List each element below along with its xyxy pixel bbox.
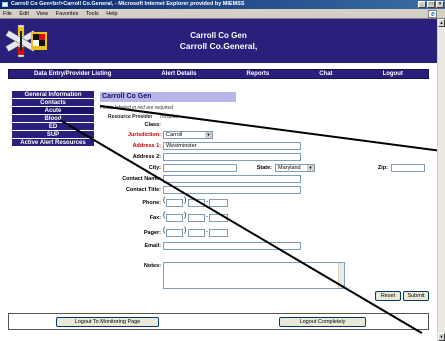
menu-view[interactable]: View	[36, 11, 48, 17]
notes-label: Notes:	[143, 263, 161, 269]
nav-logout[interactable]: Logout	[383, 71, 403, 77]
jurisdiction-label: Jurisdiction:	[127, 132, 161, 138]
nav-reports[interactable]: Reports	[246, 71, 269, 77]
pager-dash: -	[206, 229, 208, 235]
phone-line-input[interactable]	[209, 199, 228, 207]
maximize-button[interactable]: □	[427, 1, 435, 8]
pager-paren: )	[184, 227, 187, 234]
city-label: City:	[148, 165, 161, 171]
menu-favorites[interactable]: Favorites	[56, 11, 79, 17]
header-banner: Carroll Co Gen Carroll Co.General,	[0, 19, 437, 63]
sidebar-item-active-alert-resources[interactable]: Active Alert Resources	[12, 139, 94, 147]
fax-paren: )	[184, 212, 187, 219]
sidebar-item-blood[interactable]: Blood	[12, 115, 94, 123]
pager-line-input[interactable]	[209, 229, 228, 237]
close-button[interactable]: ×	[436, 1, 444, 8]
menu-help[interactable]: Help	[106, 11, 117, 17]
state-label: State:	[256, 165, 272, 171]
facility-full-name: Carroll Co.General,	[179, 41, 258, 51]
phone-paren: )	[184, 197, 187, 204]
section-label: Resource Provider	[108, 114, 153, 120]
vertical-scrollbar[interactable]: ▲ ▼	[437, 19, 445, 341]
state-value: Maryland	[278, 165, 301, 171]
top-nav: Data Entry/Provider Listing Alert Detail…	[8, 69, 429, 79]
phone-paren: (	[163, 197, 166, 204]
ie-throbber-icon: e	[428, 10, 437, 18]
menu-bar: File Edit View Favorites Tools Help e	[0, 9, 445, 19]
chevron-down-icon: ▼	[307, 165, 314, 171]
page-content: Carroll Co Gen Carroll Co.General, Data …	[0, 19, 437, 341]
state-select[interactable]: Maryland ▼	[275, 164, 315, 172]
form-title: Carroll Co Gen	[100, 92, 236, 102]
fax-paren: (	[163, 212, 166, 219]
logout-to-monitoring-button[interactable]: Logout To Monitoring Page	[56, 317, 159, 327]
pager-label: Pager:	[143, 230, 161, 236]
jurisdiction-select[interactable]: Carroll ▼	[163, 131, 213, 139]
email-label: Email:	[144, 243, 161, 249]
address2-label: Address 2:	[132, 154, 161, 160]
address1-input[interactable]: Westminster	[163, 142, 301, 150]
nav-data-entry[interactable]: Data Entry/Provider Listing	[34, 71, 111, 77]
menu-edit[interactable]: Edit	[19, 11, 28, 17]
window-titlebar: Carroll Co Gen<br/>Carroll Co.General, -…	[0, 0, 445, 9]
contact-name-label: Contact Name:	[122, 176, 161, 182]
phone-label: Phone:	[142, 200, 161, 206]
zip-input[interactable]	[391, 164, 425, 172]
fax-area-input[interactable]	[166, 214, 183, 222]
sidebar: General Information Contacts Acute Blood…	[12, 91, 94, 147]
minimize-button[interactable]: _	[418, 1, 426, 8]
fax-prefix-input[interactable]	[188, 214, 205, 222]
contact-name-input[interactable]	[163, 175, 301, 183]
facility-name: Carroll Co Gen	[190, 31, 247, 40]
menu-tools[interactable]: Tools	[86, 11, 99, 17]
nav-chat[interactable]: Chat	[319, 71, 332, 77]
sidebar-item-general-information[interactable]: General Information	[12, 91, 94, 99]
sidebar-item-ed[interactable]: ED	[12, 123, 94, 131]
pager-prefix-input[interactable]	[188, 229, 205, 237]
contact-title-label: Contact Title:	[125, 187, 161, 193]
window-title: Carroll Co Gen<br/>Carroll Co.General, -…	[11, 1, 245, 7]
menu-file[interactable]: File	[3, 11, 12, 17]
sidebar-item-acute[interactable]: Acute	[12, 107, 94, 115]
annotation-line	[59, 119, 423, 335]
pager-area-input[interactable]	[166, 229, 183, 237]
scroll-down-arrow-icon[interactable]: ▼	[438, 333, 445, 341]
scroll-up-arrow-icon[interactable]: ▲	[438, 19, 445, 27]
logout-completely-button[interactable]: Logout Completely	[279, 317, 366, 327]
reset-button[interactable]: Reset	[375, 291, 401, 301]
fax-label: Fax:	[149, 215, 161, 221]
class-label: Class:	[144, 122, 161, 128]
chevron-down-icon: ▼	[205, 132, 212, 138]
zip-label: Zip:	[377, 165, 388, 171]
ie-page-icon	[2, 2, 8, 7]
notes-textarea[interactable]	[163, 262, 345, 289]
submit-button[interactable]: Submit	[403, 291, 429, 301]
fax-dash: -	[206, 214, 208, 220]
jurisdiction-value: Carroll	[166, 132, 183, 138]
phone-area-input[interactable]	[166, 199, 183, 207]
nav-alert-details[interactable]: Alert Details	[161, 71, 196, 77]
address2-input[interactable]	[163, 153, 301, 161]
pager-paren: (	[163, 227, 166, 234]
sidebar-item-contacts[interactable]: Contacts	[12, 99, 94, 107]
footer-panel: Logout To Monitoring Page Logout Complet…	[8, 313, 429, 330]
